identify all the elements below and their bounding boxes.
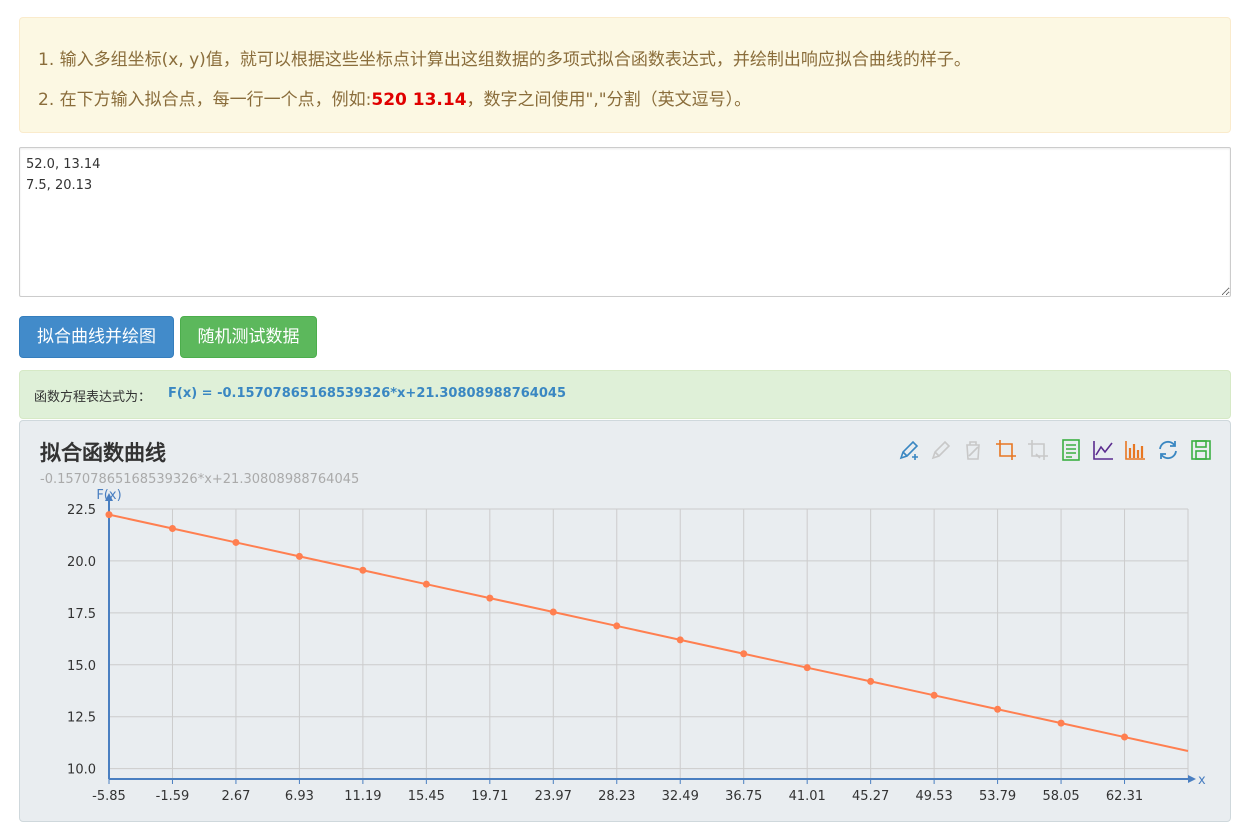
data-point xyxy=(232,538,240,546)
x-tick-label: 32.49 xyxy=(662,789,699,804)
example-point: 520 13.14 xyxy=(371,90,467,110)
data-point xyxy=(1057,719,1065,727)
instruction-line-2-prefix: 2. 在下方输入拟合点，每一行一个点，例如: xyxy=(38,90,372,110)
y-tick-label: 12.5 xyxy=(67,711,96,726)
x-tick-label: 15.45 xyxy=(408,789,445,804)
points-input[interactable] xyxy=(19,147,1231,297)
x-tick-label: 19.71 xyxy=(471,789,508,804)
series-line xyxy=(108,513,1189,752)
x-tick-label: 45.27 xyxy=(852,789,889,804)
x-tick-label: -5.85 xyxy=(92,789,126,804)
data-point xyxy=(676,636,684,644)
random-test-data-button[interactable]: 随机测试数据 xyxy=(180,316,317,358)
data-point xyxy=(168,525,176,533)
x-tick-label: 41.01 xyxy=(789,789,826,804)
x-axis-arrow xyxy=(1188,775,1196,783)
x-tick-label: 36.75 xyxy=(725,789,762,804)
y-tick-label: 20.0 xyxy=(67,555,96,570)
result-alert: 函数方程表达式为： F(x) = -0.15707865168539326*x+… xyxy=(19,370,1231,419)
chart-panel: 拟合函数曲线 -0.15707865168539326*x+21.3080898… xyxy=(19,420,1231,822)
x-axis-label: x xyxy=(1198,773,1206,788)
x-tick-label: 6.93 xyxy=(285,789,314,804)
data-point xyxy=(803,664,811,672)
x-tick-label: -1.59 xyxy=(156,789,190,804)
data-point xyxy=(105,511,113,519)
data-point xyxy=(930,691,938,699)
instruction-line-2-suffix: ，数字之间使用","分割（英文逗号）。 xyxy=(466,90,752,110)
x-tick-label: 23.97 xyxy=(535,789,572,804)
y-tick-label: 17.5 xyxy=(67,607,96,622)
data-point xyxy=(740,650,748,658)
instruction-line-2: 2. 在下方输入拟合点，每一行一个点，例如:520 13.14，数字之间使用",… xyxy=(38,85,751,110)
y-axis-label: F(x) xyxy=(96,488,121,503)
data-point xyxy=(486,594,494,602)
data-point xyxy=(867,677,875,685)
x-tick-label: 49.53 xyxy=(916,789,953,804)
equation-label: 函数方程表达式为： xyxy=(34,390,152,405)
fit-and-plot-button[interactable]: 拟合曲线并绘图 xyxy=(19,316,174,358)
equation-value: F(x) = -0.15707865168539326*x+21.3080898… xyxy=(168,386,566,401)
y-tick-label: 22.5 xyxy=(67,503,96,518)
data-point xyxy=(422,580,430,588)
data-point xyxy=(994,705,1002,713)
instructions-notice: 1. 输入多组坐标(x, y)值，就可以根据这些坐标点计算出这组数据的多项式拟合… xyxy=(19,17,1231,133)
x-tick-label: 11.19 xyxy=(344,789,381,804)
x-tick-label: 53.79 xyxy=(979,789,1016,804)
data-point xyxy=(359,566,367,574)
data-point xyxy=(613,622,621,630)
y-tick-label: 15.0 xyxy=(67,659,96,674)
data-point xyxy=(549,608,557,616)
fit-line-chart: 10.0 12.5 15.0 17.5 20.0 22.5F(x) x -5.85 -1.59 2… xyxy=(67,488,1206,804)
data-point xyxy=(1121,733,1129,741)
x-tick-label: 62.31 xyxy=(1106,789,1143,804)
data-point xyxy=(295,552,303,560)
x-tick-label: 28.23 xyxy=(598,789,635,804)
x-tick-label: 2.67 xyxy=(221,789,250,804)
instruction-line-1: 1. 输入多组坐标(x, y)值，就可以根据这些坐标点计算出这组数据的多项式拟合… xyxy=(38,50,971,70)
x-tick-label: 58.05 xyxy=(1042,789,1079,804)
y-tick-label: 10.0 xyxy=(67,763,96,778)
